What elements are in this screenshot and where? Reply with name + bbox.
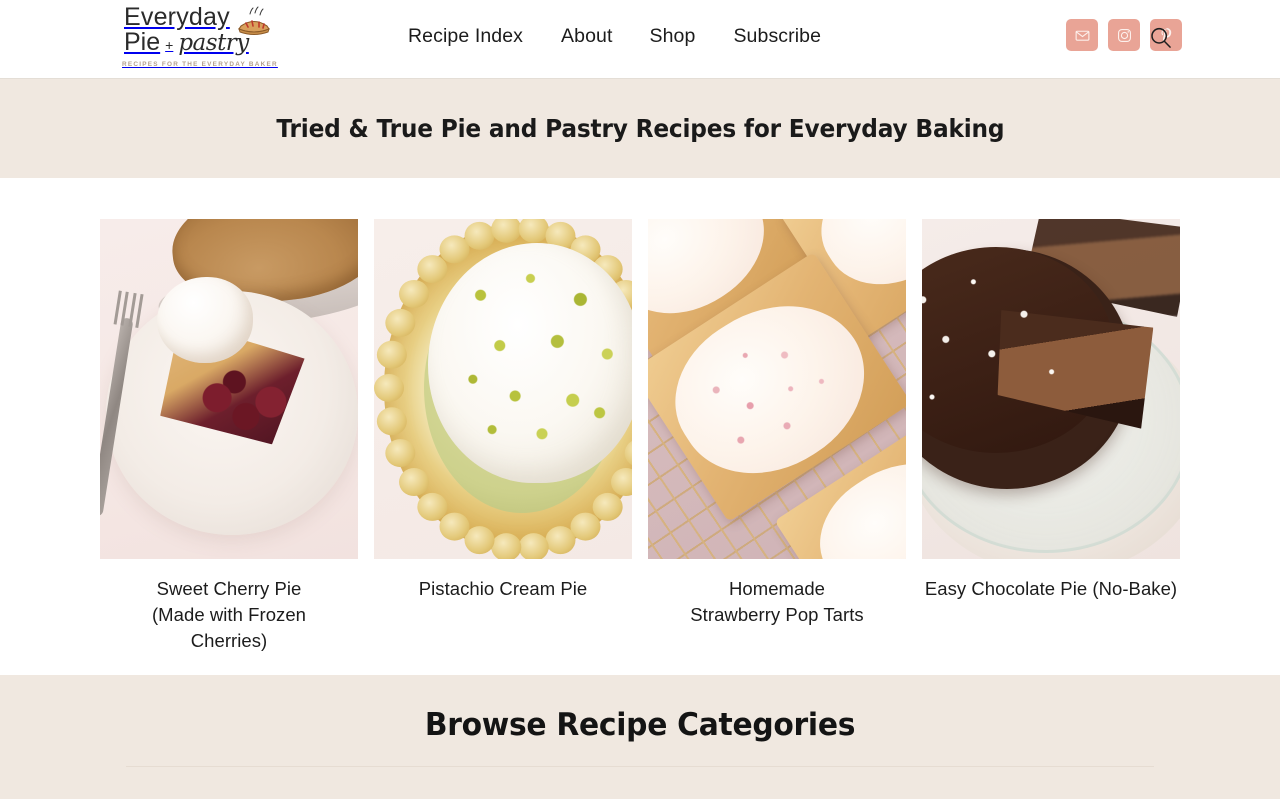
recipe-card[interactable]: Homemade Strawberry Pop Tarts: [648, 219, 906, 654]
logo-wordmark: Everyday Pie + pastry: [122, 4, 272, 58]
nav-item-recipe-index[interactable]: Recipe Index: [408, 22, 561, 50]
logo-plus-sign: +: [165, 37, 174, 53]
nav-item-shop[interactable]: Shop: [650, 22, 734, 50]
pie-icon: [234, 4, 274, 38]
instagram-icon: [1116, 27, 1133, 44]
strawberry-pop-tarts-image: [648, 219, 906, 559]
recipe-thumbnail-cherry-pie[interactable]: [100, 219, 358, 559]
recipe-title[interactable]: Homemade Strawberry Pop Tarts: [648, 576, 906, 628]
nav-item-about[interactable]: About: [561, 22, 649, 50]
page-title: Tried & True Pie and Pastry Recipes for …: [276, 114, 1004, 143]
cherry-pie-image: [100, 219, 358, 559]
instagram-link[interactable]: [1108, 19, 1140, 51]
recipe-title[interactable]: Sweet Cherry Pie (Made with Frozen Cherr…: [100, 576, 358, 654]
search-icon: [1148, 25, 1174, 54]
envelope-icon: [1074, 27, 1091, 44]
recipe-thumbnail-pop-tarts[interactable]: [648, 219, 906, 559]
recipe-card[interactable]: Easy Chocolate Pie (No-Bake): [922, 219, 1180, 654]
recipe-grid: Sweet Cherry Pie (Made with Frozen Cherr…: [100, 219, 1180, 654]
browse-categories-section: Browse Recipe Categories: [0, 675, 1280, 799]
logo-word-pie: Pie: [124, 28, 161, 56]
featured-recipes-section: Sweet Cherry Pie (Made with Frozen Cherr…: [0, 178, 1280, 675]
nav-item-subscribe[interactable]: Subscribe: [733, 22, 821, 50]
section-heading-categories: Browse Recipe Categories: [424, 707, 856, 743]
recipe-thumbnail-chocolate-pie[interactable]: [922, 219, 1180, 559]
site-logo[interactable]: Everyday Pie + pastry RECIPES FOR THE EV…: [122, 4, 278, 68]
main-navigation: Recipe Index About Shop Subscribe: [408, 22, 821, 50]
recipe-card[interactable]: Sweet Cherry Pie (Made with Frozen Cherr…: [100, 219, 358, 654]
site-header: Everyday Pie + pastry RECIPES FOR THE EV…: [0, 0, 1280, 79]
recipe-title[interactable]: Pistachio Cream Pie: [374, 576, 632, 602]
recipe-title[interactable]: Easy Chocolate Pie (No-Bake): [922, 576, 1180, 602]
logo-tagline: RECIPES FOR THE EVERYDAY BAKER: [122, 61, 278, 68]
section-divider: [126, 766, 1154, 767]
hero-banner: Tried & True Pie and Pastry Recipes for …: [0, 79, 1280, 178]
recipe-card[interactable]: Pistachio Cream Pie: [374, 219, 632, 654]
pistachio-cream-pie-image: [374, 219, 632, 559]
email-link[interactable]: [1066, 19, 1098, 51]
search-button[interactable]: [1144, 22, 1178, 56]
chocolate-pie-image: [922, 219, 1180, 559]
recipe-thumbnail-pistachio-pie[interactable]: [374, 219, 632, 559]
